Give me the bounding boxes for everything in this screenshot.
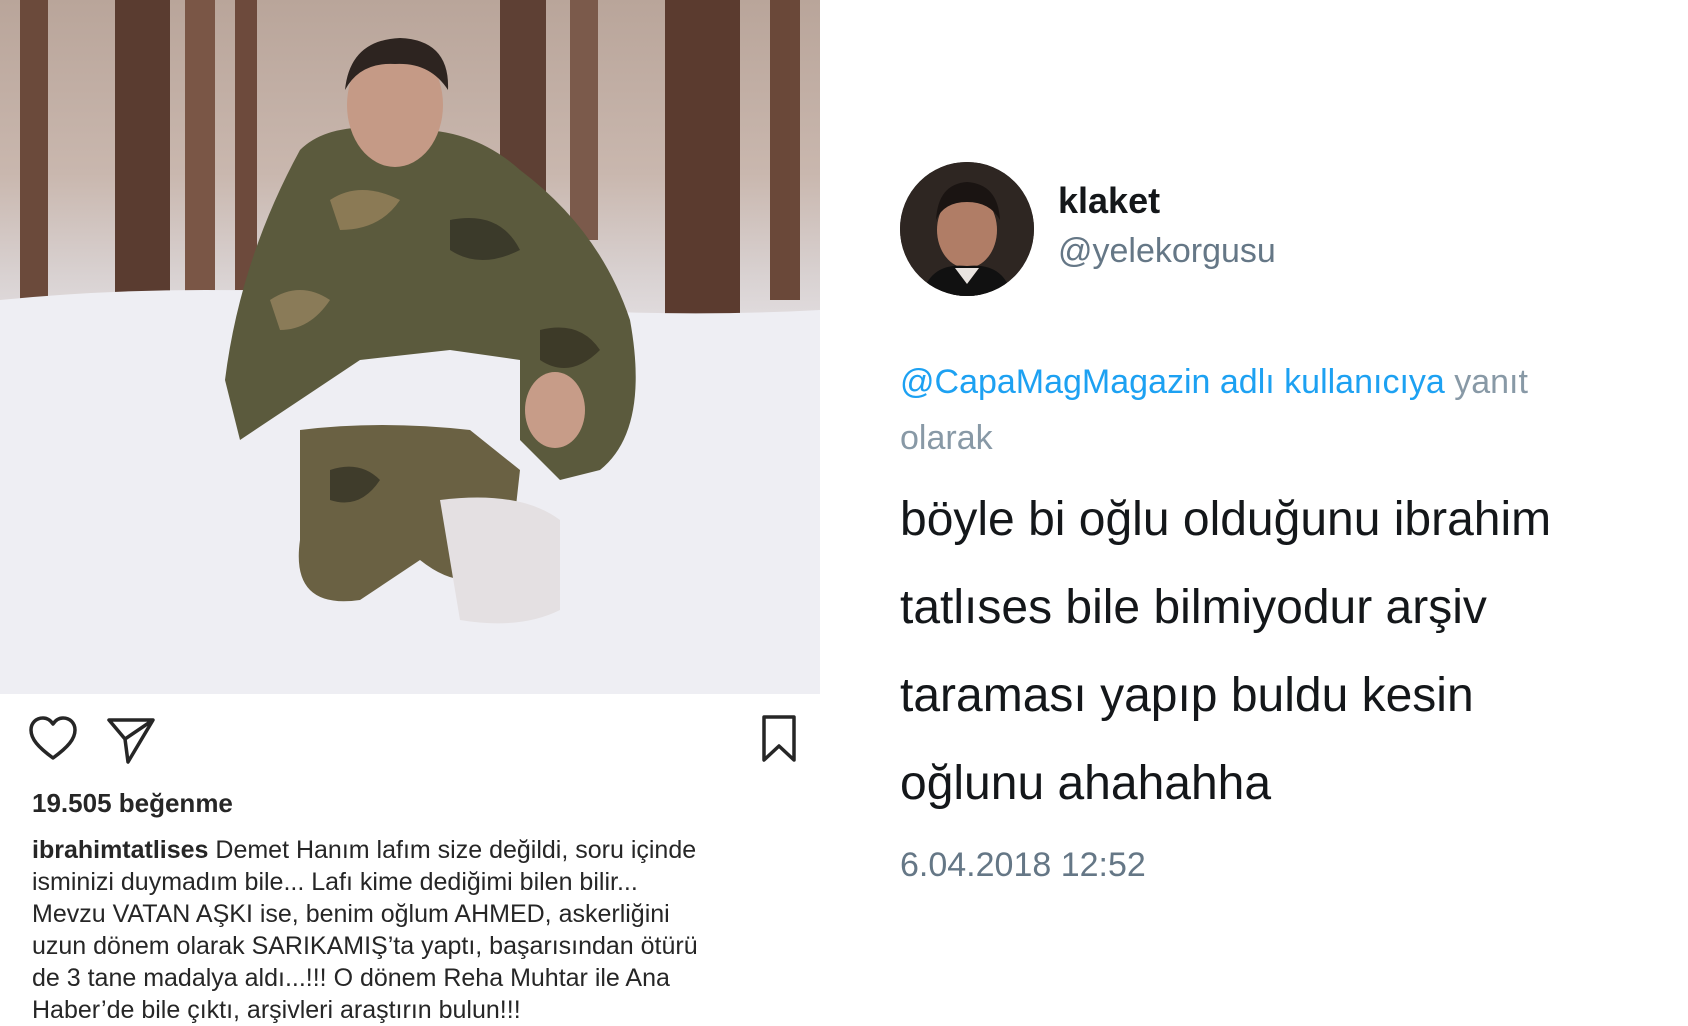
tweet-card: klaket @yelekorgusu @CapaMagMagazin adlı… bbox=[820, 0, 1688, 1024]
user-handle[interactable]: @yelekorgusu bbox=[1058, 232, 1276, 271]
reply-context: @CapaMagMagazin adlı kullanıcıya yanıt o… bbox=[900, 354, 1680, 466]
tweet-text-line: tatlıses bile bilmiyodur arşiv bbox=[900, 581, 1487, 634]
caption-username[interactable]: ibrahimtatlises bbox=[32, 836, 208, 864]
post-action-bar bbox=[0, 712, 820, 772]
paper-plane-icon[interactable] bbox=[104, 712, 158, 766]
caption-text-line: isminizi duymadım bile... Lafı kime dedi… bbox=[32, 868, 638, 896]
caption-text-line: Demet Hanım lafım size değildi, soru içi… bbox=[208, 836, 697, 864]
caption-text-line: Haber’de bile çıktı, arşivleri araştırın… bbox=[32, 996, 521, 1024]
tweet-text-line: böyle bi oğlu olduğunu ibrahim bbox=[900, 493, 1552, 546]
heart-icon[interactable] bbox=[26, 712, 80, 766]
bookmark-icon[interactable] bbox=[752, 712, 806, 766]
photo-illustration bbox=[0, 0, 820, 694]
post-caption: ibrahimtatlises Demet Hanım lafım size d… bbox=[32, 834, 802, 1026]
instagram-post: 19.505 beğenme ibrahimtatlises Demet Han… bbox=[0, 0, 820, 1024]
avatar[interactable] bbox=[900, 162, 1034, 296]
reply-mention-link[interactable]: @CapaMagMagazin adlı kullanıcıya bbox=[900, 363, 1445, 401]
tweet-timestamp[interactable]: 6.04.2018 12:52 bbox=[900, 846, 1146, 885]
caption-text-line: de 3 tane madalya aldı...!!! O dönem Reh… bbox=[32, 964, 670, 992]
tweet-text: böyle bi oğlu olduğunu ibrahim tatlıses … bbox=[900, 476, 1680, 828]
post-photo[interactable] bbox=[0, 0, 820, 694]
display-name[interactable]: klaket bbox=[1058, 180, 1160, 222]
tweet-text-line: oğlunu ahahahha bbox=[900, 757, 1272, 810]
likes-count[interactable]: 19.505 beğenme bbox=[32, 788, 233, 819]
caption-text-line: Mevzu VATAN AŞKI ise, benim oğlum AHMED,… bbox=[32, 900, 670, 928]
reply-suffix: olarak bbox=[900, 419, 993, 457]
reply-suffix: yanıt bbox=[1444, 363, 1528, 401]
tweet-text-line: taraması yapıp buldu kesin bbox=[900, 669, 1474, 722]
caption-text-line: uzun dönem olarak SARIKAMIŞ’ta yaptı, ba… bbox=[32, 932, 698, 960]
